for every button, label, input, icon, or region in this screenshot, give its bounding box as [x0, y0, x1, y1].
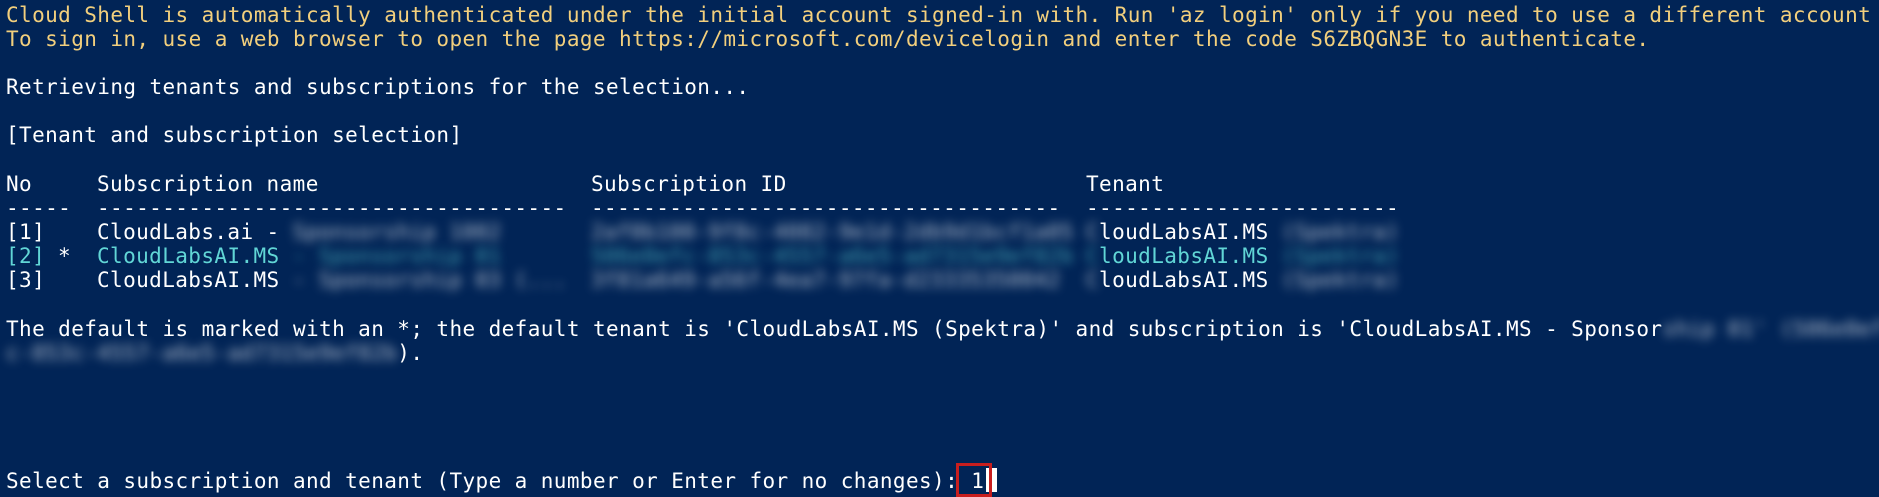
- redacted-text: (Spektra): [1268, 220, 1400, 244]
- redacted-text: (Spektra): [1268, 244, 1400, 268]
- redacted-text: - Sponsorship 03 (...: [279, 268, 567, 292]
- redacted-text: - Sponsorship 01: [279, 244, 502, 268]
- retrieving-line: Retrieving tenants and subscriptions for…: [6, 75, 750, 99]
- redacted-text: -853c-4557-a6e5-ad7315e9ef82b: [19, 341, 398, 365]
- table-row: [3] CloudLabsAI.MS - Sponsorship 03 (...…: [6, 266, 1866, 295]
- row-tenant: CloudLabsAI.MS (Spektra): [1086, 268, 1400, 292]
- section-header: [Tenant and subscription selection]: [6, 123, 463, 147]
- row-subscription-name: CloudLabsAI.MS - Sponsorship 03 (...: [97, 268, 567, 292]
- row-subscription-id-redacted: 3f81a649-a56f-4ea7-97fa-d23335350042: [591, 268, 1061, 292]
- redacted-text: ship 01' (506e0ef: [1662, 317, 1879, 341]
- selection-prompt: Select a subscription and tenant (Type a…: [6, 467, 998, 496]
- redacted-text: Sponsorship 1002: [279, 220, 502, 244]
- redacted-text: (Spektra): [1268, 268, 1400, 292]
- default-info-line-cont: c-853c-4557-a6e5-ad7315e9ef82b).: [6, 341, 424, 365]
- row-number: [3]: [6, 268, 46, 292]
- device-login-line: To sign in, use a web browser to open th…: [6, 27, 1650, 51]
- terminal-window[interactable]: Cloud Shell is automatically authenticat…: [0, 0, 1879, 497]
- input-highlight-box: [956, 463, 992, 497]
